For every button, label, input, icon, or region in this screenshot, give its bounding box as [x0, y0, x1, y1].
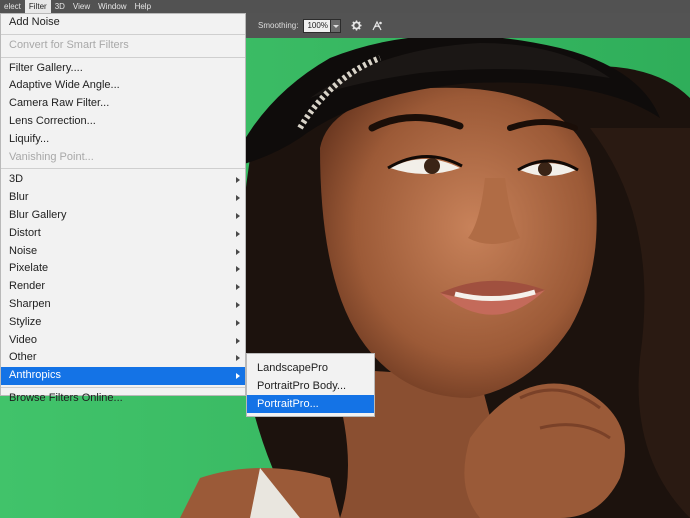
menu-item-stylize[interactable]: Stylize: [1, 314, 245, 332]
menu-bar: elect Filter 3D View Window Help: [0, 0, 690, 13]
menu-item-filter-gallery[interactable]: Filter Gallery....: [1, 60, 245, 78]
chevron-right-icon: [236, 337, 240, 344]
chevron-down-icon[interactable]: [331, 18, 342, 33]
menu-item-convert-smart-filters: Convert for Smart Filters: [9, 38, 129, 51]
chevron-right-icon: [236, 319, 240, 326]
menu-item-add-noise[interactable]: Add Noise: [1, 14, 245, 32]
menu-item-adaptive-wide-angle[interactable]: Adaptive Wide Angle...: [1, 77, 245, 95]
brush-symmetry-icon[interactable]: [371, 20, 383, 32]
submenu-item-portraitpro-body[interactable]: PortraitPro Body...: [247, 377, 374, 395]
chevron-right-icon: [236, 373, 240, 380]
chevron-right-icon: [236, 230, 240, 237]
menu-window[interactable]: Window: [94, 0, 130, 13]
filter-menu: Add Noise Convert for Smart Filters Filt…: [0, 13, 246, 404]
menu-item-render[interactable]: Render: [1, 278, 245, 296]
menu-item-liquify[interactable]: Liquify...: [1, 131, 245, 149]
menu-select[interactable]: elect: [0, 0, 25, 13]
anthropics-submenu: LandscapePro PortraitPro Body... Portrai…: [246, 353, 375, 417]
menu-item-3d[interactable]: 3D: [1, 171, 245, 189]
menu-item-anthropics[interactable]: Anthropics: [1, 367, 245, 385]
menu-3d[interactable]: 3D: [51, 0, 69, 13]
chevron-right-icon: [236, 212, 240, 219]
smoothing-label: Smoothing:: [258, 21, 299, 30]
chevron-right-icon: [236, 355, 240, 362]
menu-item-noise[interactable]: Noise: [1, 243, 245, 261]
chevron-right-icon: [236, 266, 240, 273]
smoothing-input[interactable]: 100%: [303, 18, 332, 33]
menu-item-vanishing-point: Vanishing Point...: [9, 150, 94, 163]
submenu-item-portraitpro[interactable]: PortraitPro...: [247, 395, 374, 413]
submenu-item-landscapepro[interactable]: LandscapePro: [247, 359, 374, 377]
menu-help[interactable]: Help: [131, 0, 155, 13]
menu-separator: [1, 56, 245, 58]
menu-separator: [1, 386, 245, 388]
options-bar: Smoothing: 100%: [246, 13, 690, 38]
chevron-right-icon: [236, 248, 240, 255]
menu-separator: [1, 168, 245, 170]
chevron-right-icon: [236, 284, 240, 291]
menu-item-video[interactable]: Video: [1, 332, 245, 350]
gear-icon[interactable]: [350, 20, 362, 32]
menu-item-other[interactable]: Other: [1, 349, 245, 367]
menu-view[interactable]: View: [69, 0, 94, 13]
menu-item-sharpen[interactable]: Sharpen: [1, 296, 245, 314]
chevron-right-icon: [236, 301, 240, 308]
menu-item-lens-correction[interactable]: Lens Correction...: [1, 113, 245, 131]
menu-item-blur[interactable]: Blur: [1, 189, 245, 207]
menu-item-distort[interactable]: Distort: [1, 225, 245, 243]
menu-item-browse-filters-online[interactable]: Browse Filters Online...: [1, 390, 245, 408]
menu-item-camera-raw[interactable]: Camera Raw Filter...: [1, 95, 245, 113]
chevron-right-icon: [236, 177, 240, 184]
menu-item-blur-gallery[interactable]: Blur Gallery: [1, 207, 245, 225]
menu-filter[interactable]: Filter: [24, 0, 51, 13]
menu-item-pixelate[interactable]: Pixelate: [1, 260, 245, 278]
menu-separator: [1, 33, 245, 35]
chevron-right-icon: [236, 195, 240, 202]
